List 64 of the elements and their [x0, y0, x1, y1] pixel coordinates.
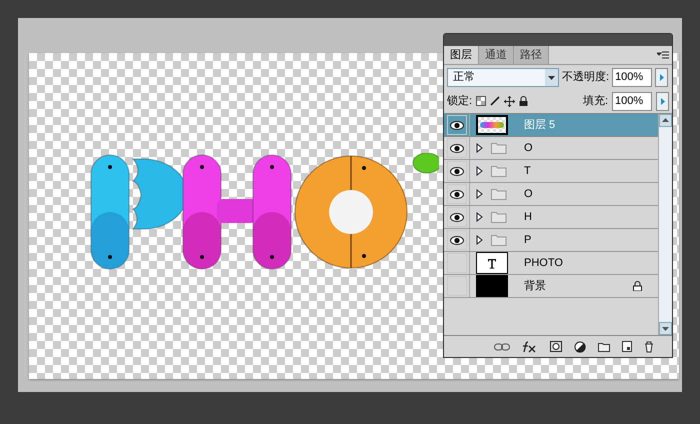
- panel-tab[interactable]: 通道: [479, 46, 514, 64]
- visibility-toggle[interactable]: [446, 138, 466, 158]
- eye-icon: [450, 120, 464, 130]
- move-icon[interactable]: [504, 96, 516, 106]
- layer-row[interactable]: T: [444, 160, 658, 183]
- visibility-toggle[interactable]: [446, 115, 466, 135]
- expand-triangle-icon[interactable]: [476, 189, 483, 199]
- folder-icon[interactable]: [598, 342, 610, 352]
- layer-row[interactable]: O: [444, 137, 658, 160]
- fx-icon[interactable]: [522, 340, 538, 352]
- lock-label: 锁定:: [447, 94, 472, 109]
- layer-thumbnail: [476, 275, 508, 297]
- fill-label: 填充:: [582, 94, 608, 109]
- trash-icon[interactable]: [644, 340, 654, 352]
- text-tool-icon: [487, 258, 497, 268]
- layer-name: 背景: [523, 278, 547, 294]
- layer-row[interactable]: O: [444, 183, 658, 206]
- expand-triangle-icon[interactable]: [476, 212, 483, 222]
- layer-thumbnail: [476, 115, 508, 135]
- eye-icon: [450, 166, 464, 176]
- expand-triangle-icon[interactable]: [476, 235, 483, 245]
- folder-icon: [491, 188, 507, 200]
- opacity-field[interactable]: 100%: [612, 68, 652, 86]
- layer-row[interactable]: H: [444, 206, 658, 229]
- layer-row[interactable]: P: [444, 229, 658, 252]
- visibility-toggle[interactable]: [446, 276, 466, 296]
- visibility-toggle[interactable]: [446, 230, 466, 250]
- opacity-label: 不透明度:: [562, 70, 610, 85]
- dropdown-caret-icon: [545, 68, 558, 86]
- layer-row[interactable]: PHOTO: [444, 252, 658, 275]
- eye-icon: [450, 190, 464, 198]
- folder-icon: [491, 234, 507, 246]
- layer-name: O: [523, 140, 534, 156]
- scrollbar[interactable]: [658, 114, 672, 335]
- layer-name: H: [523, 210, 533, 225]
- layer-name: 图层 5: [523, 118, 556, 133]
- eye-icon: [450, 212, 464, 222]
- lock-icon[interactable]: [519, 96, 528, 106]
- folder-icon: [491, 211, 507, 223]
- eye-icon: [450, 236, 464, 244]
- layer-name: T: [523, 164, 532, 179]
- visibility-toggle[interactable]: [446, 207, 466, 227]
- lock-transparency-icon[interactable]: [476, 96, 486, 106]
- eye-icon: [450, 144, 464, 152]
- expand-triangle-icon[interactable]: [476, 143, 483, 153]
- blend-mode-dropdown[interactable]: 正常: [447, 68, 559, 86]
- folder-icon: [491, 165, 507, 177]
- folder-icon: [491, 142, 507, 154]
- layer-name: PHOTO: [523, 256, 564, 271]
- adjustment-circle-icon[interactable]: [574, 340, 586, 352]
- visibility-toggle[interactable]: [446, 161, 466, 181]
- layer-name: P: [523, 232, 532, 248]
- layer-name: O: [523, 186, 534, 202]
- layer-row[interactable]: 背景: [444, 275, 658, 298]
- visibility-toggle[interactable]: [446, 184, 466, 204]
- mask-icon[interactable]: [550, 341, 562, 352]
- fill-field[interactable]: 100%: [612, 92, 652, 110]
- new-layer-icon[interactable]: [622, 341, 632, 352]
- expand-triangle-icon[interactable]: [476, 166, 483, 176]
- panel-tab[interactable]: 路径: [514, 46, 549, 64]
- link-icon[interactable]: [494, 342, 510, 350]
- panel-menu-icon[interactable]: [657, 51, 669, 59]
- brush-icon[interactable]: [490, 96, 500, 106]
- visibility-toggle[interactable]: [446, 253, 466, 273]
